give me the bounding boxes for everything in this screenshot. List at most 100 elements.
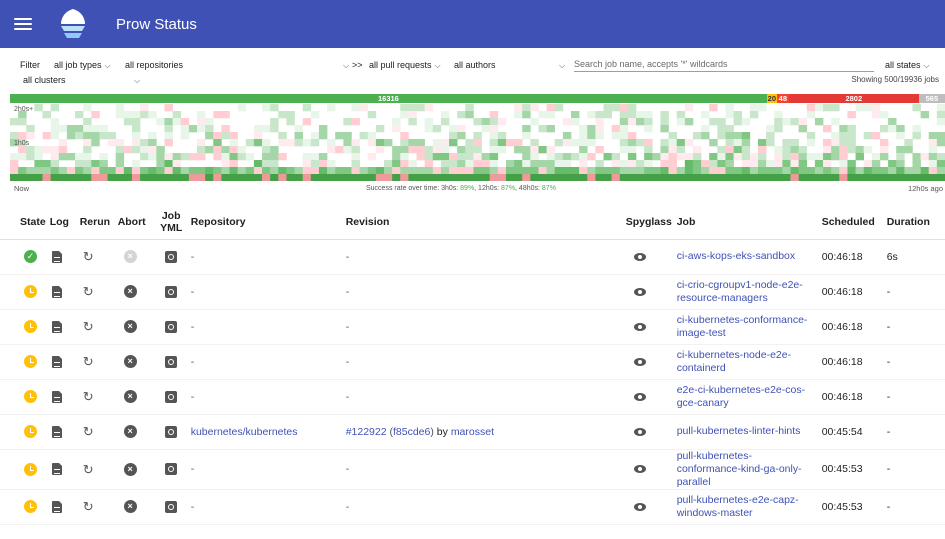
spyglass-eye-icon[interactable] [633, 322, 646, 331]
heatmap-cell [733, 111, 743, 119]
heatmap-cell [595, 118, 604, 126]
abort-icon[interactable]: × [123, 425, 137, 438]
state-select[interactable]: all states ⌵ [885, 59, 930, 72]
rerun-icon[interactable]: ↻ [83, 425, 94, 438]
rerun-icon[interactable]: ↻ [83, 320, 94, 333]
author-link[interactable]: marosset [451, 426, 494, 438]
job-link[interactable]: ci-kubernetes-node-e2e-containerd [677, 349, 791, 374]
state-cell [0, 344, 48, 380]
pr-link[interactable]: #122922 [346, 426, 387, 438]
heatmap-cell [595, 111, 604, 119]
log-document-icon[interactable] [51, 463, 62, 476]
heatmap-cell [644, 111, 653, 119]
menu-icon[interactable] [14, 18, 32, 30]
heatmap-cell [790, 146, 799, 154]
heatmap-cell [831, 132, 840, 140]
spyglass-eye-icon[interactable] [633, 427, 646, 436]
rerun-icon[interactable]: ↻ [83, 285, 94, 298]
log-document-icon[interactable] [51, 320, 62, 333]
spyglass-cell [623, 489, 675, 525]
heatmap-cell [823, 160, 832, 168]
log-document-icon[interactable] [51, 390, 62, 403]
job-link[interactable]: ci-kubernetes-conformance-image-test [677, 314, 808, 339]
spyglass-eye-icon[interactable] [633, 287, 646, 296]
heatmap-cell [221, 174, 230, 181]
heatmap-cell [701, 160, 710, 168]
y-label-1h: 1h0s [14, 140, 30, 147]
heatmap-cell [562, 160, 572, 168]
abort-icon[interactable]: × [123, 320, 137, 333]
heatmap-cell [400, 174, 409, 181]
job-search-input[interactable]: Search job name, accepts '*' wildcards [574, 59, 874, 72]
author-select[interactable]: all authors ⌵ [454, 59, 566, 72]
heatmap-cell [644, 139, 653, 147]
rerun-icon[interactable]: ↻ [83, 500, 94, 513]
heatmap-cell [197, 146, 206, 154]
spyglass-eye-icon[interactable] [633, 502, 646, 511]
log-document-icon[interactable] [51, 500, 62, 513]
job-yml-icon[interactable] [165, 285, 178, 298]
heatmap-cell [351, 153, 360, 161]
heatmap-cell [18, 174, 27, 181]
heatmap-cell [717, 146, 726, 154]
heatmap-cell [66, 167, 76, 175]
rerun-icon[interactable]: ↻ [83, 250, 94, 263]
heatmap-cell [131, 118, 141, 126]
abort-icon[interactable]: × [123, 355, 137, 368]
job-yml-icon[interactable] [165, 425, 178, 438]
heatmap-cell [91, 111, 100, 119]
heatmap-cell [302, 153, 312, 161]
repository-select[interactable]: all repositories ⌵ [125, 59, 349, 72]
heatmap-cell [310, 153, 320, 161]
heatmap-cell [522, 160, 531, 168]
heatmap-cell [806, 111, 816, 119]
spyglass-eye-icon[interactable] [633, 357, 646, 366]
heatmap-cell [611, 174, 621, 181]
spyglass-eye-icon[interactable] [633, 392, 646, 401]
commit-link[interactable]: f85cde6 [393, 426, 430, 438]
spyglass-eye-icon[interactable] [633, 465, 646, 474]
heatmap-cell [91, 167, 100, 175]
job-yml-icon[interactable] [165, 500, 178, 513]
cluster-select[interactable]: all clusters ⌵ [23, 74, 141, 87]
log-document-icon[interactable] [51, 285, 62, 298]
abort-icon[interactable]: × [123, 462, 137, 476]
repository-link[interactable]: kubernetes/kubernetes [191, 426, 298, 438]
heatmap-cell [831, 153, 840, 161]
job-yml-icon[interactable] [165, 463, 178, 476]
abort-icon[interactable]: × [123, 500, 137, 513]
job-link[interactable]: e2e-ci-kubernetes-e2e-cos-gce-canary [677, 384, 805, 409]
job-yml-icon[interactable] [165, 250, 178, 263]
job-link[interactable]: pull-kubernetes-linter-hints [677, 425, 801, 437]
abort-icon[interactable]: × [123, 390, 137, 403]
heatmap-cell [327, 146, 336, 154]
job-yml-icon[interactable] [165, 355, 178, 368]
job-link[interactable]: pull-kubernetes-conformance-kind-ga-only… [677, 450, 802, 488]
job-link[interactable]: ci-crio-cgroupv1-node-e2e-resource-manag… [677, 279, 803, 304]
spyglass-eye-icon[interactable] [633, 252, 646, 261]
heatmap-cell [725, 139, 734, 147]
rerun-icon[interactable]: ↻ [83, 463, 94, 476]
job-link[interactable]: ci-aws-kops-eks-sandbox [677, 250, 795, 262]
heatmap-cell [514, 139, 523, 147]
heatmap-cell [725, 146, 734, 154]
job-link[interactable]: pull-kubernetes-e2e-capz-windows-master [677, 494, 799, 519]
rerun-icon[interactable]: ↻ [83, 390, 94, 403]
heatmap-cell [367, 174, 377, 181]
heatmap-cell [546, 146, 556, 154]
heatmap-cell [684, 118, 694, 126]
heatmap-cell [229, 146, 238, 154]
log-document-icon[interactable] [51, 425, 62, 438]
heatmap-cell [318, 160, 328, 168]
job-yml-icon[interactable] [165, 320, 178, 333]
job-yml-icon[interactable] [165, 390, 178, 403]
heatmap-cell [156, 174, 165, 181]
heatmap-cell [904, 167, 913, 175]
rerun-icon[interactable]: ↻ [83, 355, 94, 368]
heatmap-cell [91, 132, 100, 140]
log-document-icon[interactable] [51, 250, 62, 263]
job-type-select[interactable]: all job types ⌵ [54, 59, 111, 72]
pull-request-select[interactable]: all pull requests ⌵ [369, 59, 441, 72]
log-document-icon[interactable] [51, 355, 62, 368]
abort-icon[interactable]: × [123, 285, 137, 298]
